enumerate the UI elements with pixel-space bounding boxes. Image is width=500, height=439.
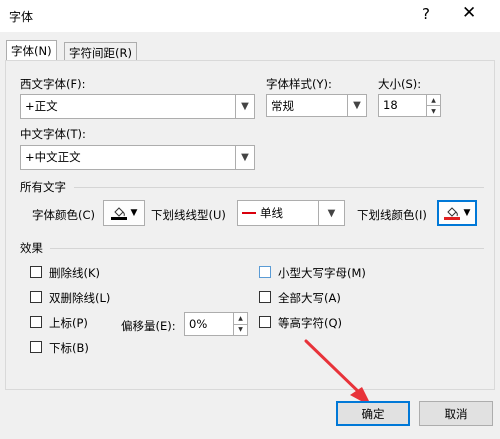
- size-label: 大小(S):: [378, 77, 422, 91]
- double-strikethrough-label: 双删除线(L): [49, 291, 111, 305]
- effects-section-label: 效果: [20, 241, 43, 255]
- small-caps-label: 小型大写字母(M): [278, 266, 366, 280]
- font-color-swatch: [110, 217, 127, 220]
- chevron-down-icon[interactable]: ▼: [318, 201, 344, 225]
- chevron-down-icon[interactable]: ▼: [235, 95, 254, 118]
- chevron-down-icon[interactable]: ▼: [235, 146, 254, 169]
- spin-up-icon[interactable]: ▲: [234, 313, 247, 324]
- size-spinner[interactable]: 18 ▲ ▼: [378, 94, 441, 117]
- all-text-section-label: 所有文字: [20, 180, 66, 194]
- underline-type-display: 单线: [238, 201, 318, 225]
- all-caps-label: 全部大写(A): [278, 291, 341, 305]
- underline-type-combo[interactable]: 单线 ▼: [237, 200, 345, 226]
- chevron-down-icon: ▼: [463, 208, 471, 218]
- subscript-checkbox[interactable]: [30, 341, 42, 353]
- chinese-font-combo[interactable]: +中文正文 ▼: [20, 145, 255, 170]
- offset-spinner[interactable]: 0% ▲ ▼: [184, 312, 248, 336]
- equal-height-label: 等高字符(Q): [278, 316, 343, 330]
- help-icon[interactable]: ?: [422, 5, 430, 23]
- chinese-font-label: 中文字体(T):: [20, 127, 86, 141]
- western-font-combo[interactable]: +正文 ▼: [20, 94, 255, 119]
- cancel-button[interactable]: 取消: [419, 401, 493, 426]
- tab-character-spacing[interactable]: 字符间距(R): [64, 42, 137, 62]
- font-style-value: 常规: [271, 99, 294, 113]
- offset-value: 0%: [189, 317, 208, 331]
- divider: [74, 187, 484, 188]
- offset-label: 偏移量(E):: [121, 319, 176, 333]
- spin-up-icon[interactable]: ▲: [427, 95, 440, 105]
- font-color-button[interactable]: ▼: [103, 200, 145, 226]
- strikethrough-checkbox[interactable]: [30, 266, 42, 278]
- spin-down-icon[interactable]: ▼: [427, 105, 440, 116]
- superscript-label: 上标(P): [49, 316, 88, 330]
- western-font-value: +正文: [25, 99, 58, 113]
- tab-font[interactable]: 字体(N): [6, 40, 57, 62]
- underline-color-swatch: [443, 217, 460, 220]
- font-style-combo[interactable]: 常规 ▼: [266, 94, 367, 117]
- chevron-down-icon: ▼: [130, 208, 138, 218]
- spin-buttons[interactable]: ▲ ▼: [426, 95, 440, 116]
- dialog-title: 字体: [9, 10, 34, 24]
- all-caps-checkbox[interactable]: [259, 291, 271, 303]
- chinese-font-value: +中文正文: [25, 150, 81, 164]
- close-icon[interactable]: ✕: [462, 3, 476, 23]
- small-caps-checkbox[interactable]: [259, 266, 271, 278]
- spin-down-icon[interactable]: ▼: [234, 323, 247, 336]
- superscript-checkbox[interactable]: [30, 316, 42, 328]
- font-color-label: 字体颜色(C): [32, 208, 96, 222]
- underline-type-value: 单线: [260, 206, 283, 220]
- size-value: 18: [383, 98, 398, 112]
- subscript-label: 下标(B): [49, 341, 89, 355]
- divider: [50, 248, 484, 249]
- double-strikethrough-checkbox[interactable]: [30, 291, 42, 303]
- underline-sample: [242, 212, 256, 214]
- ok-button[interactable]: 确定: [336, 401, 410, 426]
- chevron-down-icon[interactable]: ▼: [347, 95, 366, 116]
- western-font-label: 西文字体(F):: [20, 77, 86, 91]
- paint-bucket-icon: [443, 206, 460, 220]
- underline-type-label: 下划线线型(U): [151, 208, 226, 222]
- spin-buttons[interactable]: ▲ ▼: [233, 313, 247, 335]
- equal-height-checkbox[interactable]: [259, 316, 271, 328]
- underline-color-button[interactable]: ▼: [437, 200, 477, 226]
- paint-bucket-icon: [110, 206, 127, 220]
- underline-color-label: 下划线颜色(I): [357, 208, 427, 222]
- font-style-label: 字体样式(Y):: [266, 77, 332, 91]
- strikethrough-label: 删除线(K): [49, 266, 101, 280]
